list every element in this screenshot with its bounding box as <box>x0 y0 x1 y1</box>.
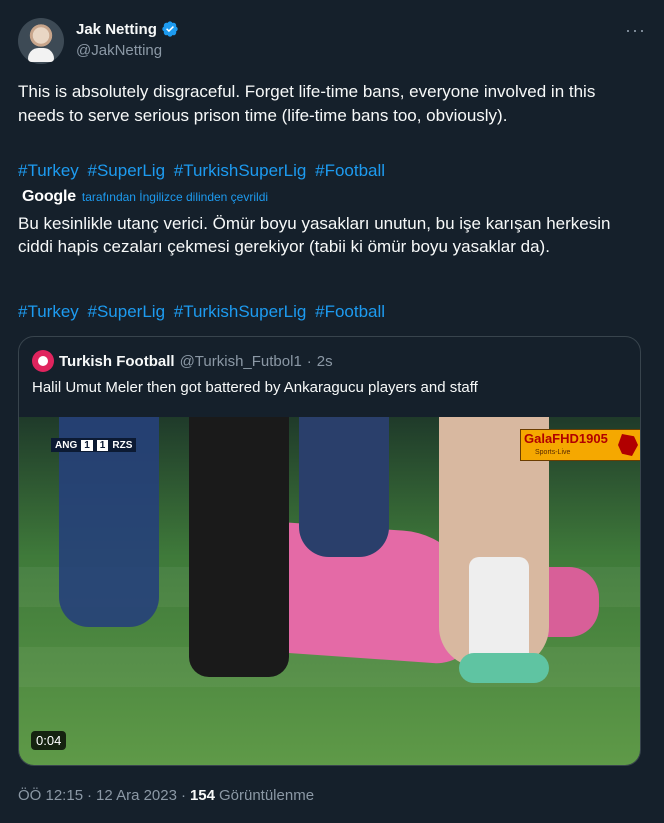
author-name-row: Jak Netting <box>76 20 179 38</box>
views-count: 154 <box>189 787 215 804</box>
tweet-metadata: ÖÖ 12:15 · 12 Ara 2023 · 154 Görüntülenm… <box>18 787 314 804</box>
score-home-team: ANG <box>55 439 78 451</box>
author-handle[interactable]: @JakNetting <box>76 42 162 59</box>
hashtag-link[interactable]: #TurkishSuperLig <box>174 302 307 321</box>
translated-text: Bu kesinlikle utanç verici. Ömür boyu ya… <box>18 214 611 256</box>
player-figure <box>189 417 289 677</box>
video-player[interactable]: ANG 1 1 RZS GalaFHD1905 Sports-Live 0:04 <box>19 417 640 765</box>
quoted-author-avatar[interactable] <box>32 350 54 372</box>
watermark-title: GalaFHD1905 <box>524 431 608 446</box>
hashtag-link[interactable]: #TurkishSuperLig <box>174 161 307 180</box>
quoted-author-handle[interactable]: @Turkish_Futbol1 <box>180 353 302 370</box>
author-display-name[interactable]: Jak Netting <box>76 21 157 38</box>
quoted-tweet-card[interactable]: Turkish Football @Turkish_Futbol1 · 2s H… <box>18 336 641 766</box>
separator-dot: · <box>180 787 186 804</box>
google-logo: Google <box>22 188 76 205</box>
tweet-time[interactable]: ÖÖ 12:15 <box>18 787 83 804</box>
quoted-author-name[interactable]: Turkish Football <box>59 353 175 370</box>
quoted-tweet-text: Halil Umut Meler then got battered by An… <box>32 379 478 396</box>
tweet-date[interactable]: 12 Ara 2023 <box>96 787 177 804</box>
tweet-text: This is absolutely disgraceful. Forget l… <box>18 82 596 125</box>
player-boot <box>459 653 549 683</box>
hashtag-link[interactable]: #Turkey <box>18 302 79 321</box>
player-figure <box>299 417 389 557</box>
watermark-logo: GalaFHD1905 Sports-Live <box>520 429 640 461</box>
views-label: Görüntülenme <box>218 787 315 804</box>
player-sock <box>469 557 529 667</box>
hashtag-link[interactable]: #SuperLig <box>88 302 166 321</box>
hashtag-link[interactable]: #SuperLig <box>88 161 166 180</box>
video-duration: 0:04 <box>31 731 67 750</box>
score-away-team: RZS <box>112 439 133 451</box>
quoted-tweet-header: Turkish Football @Turkish_Futbol1 · 2s <box>32 350 333 372</box>
quoted-tweet-time[interactable]: 2s <box>317 353 333 370</box>
watermark-subtitle: Sports-Live <box>535 449 571 456</box>
tweet-header: Jak Netting @JakNetting ··· <box>18 18 646 66</box>
hashtag-link[interactable]: #Football <box>315 161 385 180</box>
translation-attribution: Google tarafından İngilizce dilinden çev… <box>22 188 268 206</box>
score-away-goals: 1 <box>96 439 109 451</box>
lion-icon <box>618 434 638 456</box>
hashtag-link[interactable]: #Football <box>315 302 385 321</box>
avatar[interactable] <box>18 18 64 64</box>
tweet-hashtags: #Turkey #SuperLig #TurkishSuperLig #Foot… <box>18 159 389 183</box>
hashtag-link[interactable]: #Turkey <box>18 161 79 180</box>
separator-dot: · <box>306 352 312 370</box>
more-options-icon[interactable]: ··· <box>625 20 646 41</box>
separator-dot: · <box>87 787 93 804</box>
translated-hashtags: #Turkey #SuperLig #TurkishSuperLig #Foot… <box>18 300 389 324</box>
verified-badge-icon[interactable] <box>161 20 179 38</box>
score-home-goals: 1 <box>81 439 93 451</box>
scoreboard-overlay: ANG 1 1 RZS <box>51 438 137 452</box>
translation-note-link[interactable]: tarafından İngilizce dilinden çevrildi <box>82 190 268 204</box>
